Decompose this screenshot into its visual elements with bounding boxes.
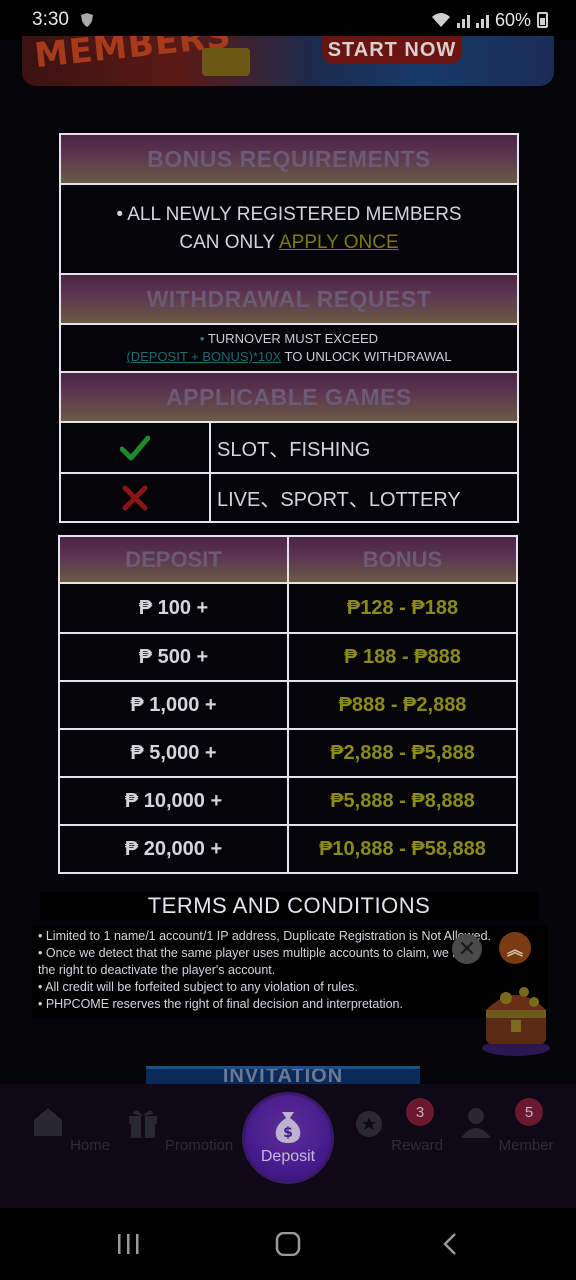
- bonus-cell: ₱128 - ₱188: [346, 596, 459, 619]
- wifi-icon: [431, 13, 450, 27]
- gold-bars-image: [202, 48, 250, 76]
- scroll-top-button[interactable]: ︽: [499, 932, 531, 964]
- check-cell: [61, 423, 211, 472]
- table-row: ₱ 5,000 + ₱2,888 - ₱5,888: [60, 728, 516, 776]
- table-row: ₱ 100 + ₱128 - ₱188: [60, 584, 516, 632]
- home-icon: [33, 1108, 62, 1136]
- deposit-cell: ₱ 10,000 +: [60, 778, 289, 824]
- bonus-cell: ₱ 188 - ₱888: [344, 645, 461, 668]
- deposit-cell: ₱ 500 +: [60, 634, 289, 680]
- signal-icon: [456, 12, 470, 28]
- system-nav-bar: [0, 1208, 576, 1280]
- allowed-games-text: SLOT、FISHING: [217, 439, 371, 461]
- double-chevron-up-icon: ︽: [506, 942, 523, 959]
- home-circle-icon: [275, 1232, 301, 1256]
- terms-line: • PHPCOME reserves the right of final de…: [38, 997, 403, 1011]
- bonus-cell: ₱10,888 - ₱58,888: [319, 837, 486, 860]
- nav-home-label: Home: [70, 1137, 111, 1154]
- withdrawal-line-1-text: TURNOVER MUST EXCEED: [204, 331, 379, 346]
- svg-text:$: $: [283, 1125, 293, 1141]
- promo-rules-card: BONUS REQUIREMENTS • ALL NEWLY REGISTERE…: [59, 133, 519, 523]
- nav-member-label: Member: [498, 1137, 554, 1154]
- deposit-bonus-table: DEPOSIT BONUS ₱ 100 + ₱128 - ₱188 ₱ 500 +…: [58, 535, 518, 874]
- gift-icon: [128, 1110, 157, 1138]
- reward-icon: [356, 1111, 383, 1137]
- bonus-requirements-body: • ALL NEWLY REGISTERED MEMBERS CAN ONLY …: [61, 185, 517, 275]
- table-header: DEPOSIT BONUS: [60, 537, 516, 584]
- withdrawal-line-2-suffix: TO UNLOCK WITHDRAWAL: [281, 349, 452, 364]
- allowed-games-row: SLOT、FISHING: [61, 423, 517, 472]
- withdrawal-request-header: WITHDRAWAL REQUEST: [61, 275, 517, 325]
- bonus-cell: ₱888 - ₱2,888: [338, 693, 467, 716]
- check-icon: [120, 435, 150, 460]
- applicable-games-header: APPLICABLE GAMES: [61, 373, 517, 423]
- money-bag-icon: $: [275, 1112, 301, 1143]
- battery-icon: [537, 12, 548, 28]
- battery-percent: 60%: [494, 9, 531, 30]
- not-allowed-games-row: LIVE、SPORT、LOTTERY: [61, 472, 517, 521]
- table-row: ₱ 1,000 + ₱888 - ₱2,888: [60, 680, 516, 728]
- nav-member[interactable]: Member: [451, 1104, 561, 1154]
- back-button[interactable]: [438, 1232, 462, 1256]
- turnover-formula-link[interactable]: (DEPOSIT + BONUS)*10X: [126, 349, 281, 364]
- table-row: ₱ 20,000 + ₱10,888 - ₱58,888: [60, 824, 516, 872]
- nav-promotion[interactable]: Promotion: [124, 1104, 234, 1154]
- terms-line: • All credit will be forfeited subject t…: [38, 980, 358, 994]
- deposit-cell: ₱ 1,000 +: [60, 682, 289, 728]
- requirement-line-2-prefix: CAN ONLY: [179, 232, 279, 253]
- bonus-column-header: BONUS: [362, 546, 443, 572]
- deposit-button-label: Deposit: [260, 1148, 316, 1165]
- home-system-button[interactable]: [274, 1232, 302, 1256]
- deposit-cell: ₱ 20,000 +: [60, 826, 289, 872]
- nav-home[interactable]: Home: [15, 1104, 125, 1154]
- deposit-cell: ₱ 5,000 +: [60, 730, 289, 776]
- nav-reward-label: Reward: [391, 1137, 443, 1154]
- apply-once-link[interactable]: APPLY ONCE: [279, 232, 399, 253]
- reward-badge: 3: [406, 1098, 434, 1126]
- deposit-button[interactable]: $ Deposit: [242, 1092, 334, 1184]
- requirement-line-2: CAN ONLY APPLY ONCE: [179, 229, 398, 257]
- bonus-requirements-header: BONUS REQUIREMENTS: [61, 135, 517, 185]
- bonus-cell: ₱2,888 - ₱5,888: [330, 741, 475, 764]
- status-time: 3:30: [32, 9, 69, 30]
- recent-apps-icon: [118, 1234, 139, 1254]
- signal-icon-2: [475, 12, 489, 28]
- nav-promotion-label: Promotion: [164, 1137, 234, 1154]
- member-badge: 5: [515, 1098, 543, 1126]
- treasure-chest-icon[interactable]: [476, 970, 556, 1058]
- withdrawal-line-1: • TURNOVER MUST EXCEED: [200, 330, 378, 348]
- terms-title: TERMS AND CONDITIONS: [40, 892, 538, 920]
- status-bar: 3:30 60%: [0, 0, 576, 40]
- shield-icon: [80, 13, 93, 27]
- table-row: ₱ 10,000 + ₱5,888 - ₱8,888: [60, 776, 516, 824]
- cross-cell: [61, 474, 211, 521]
- withdrawal-request-body: • TURNOVER MUST EXCEED (DEPOSIT + BONUS)…: [61, 325, 517, 373]
- deposit-column-header: DEPOSIT: [60, 537, 289, 582]
- back-icon: [443, 1233, 456, 1255]
- recent-apps-button[interactable]: [114, 1232, 142, 1256]
- nav-reward[interactable]: Reward: [342, 1104, 452, 1154]
- table-row: ₱ 500 + ₱ 188 - ₱888: [60, 632, 516, 680]
- requirement-line-1: • ALL NEWLY REGISTERED MEMBERS: [116, 204, 462, 225]
- start-now-button[interactable]: START NOW: [322, 36, 462, 64]
- terms-line: the right to deactivate the player's acc…: [38, 963, 276, 977]
- close-float-button[interactable]: ✕: [452, 934, 482, 964]
- close-icon: ✕: [457, 936, 477, 961]
- cross-icon: [122, 485, 148, 510]
- withdrawal-line-2: (DEPOSIT + BONUS)*10X TO UNLOCK WITHDRAW…: [126, 348, 451, 366]
- not-allowed-games-text: LIVE、SPORT、LOTTERY: [217, 489, 461, 511]
- deposit-cell: ₱ 100 +: [60, 584, 289, 632]
- user-icon: [461, 1108, 492, 1138]
- bonus-cell: ₱5,888 - ₱8,888: [330, 789, 475, 812]
- members-banner[interactable]: MEMBERS START NOW: [22, 36, 554, 86]
